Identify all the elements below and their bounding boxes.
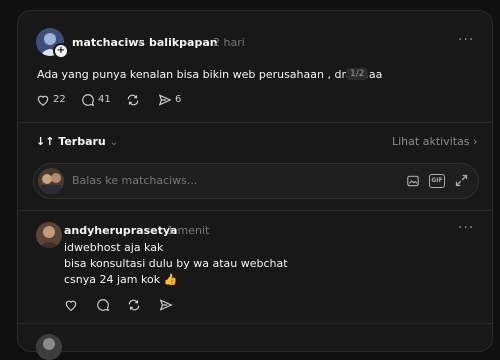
divider <box>18 122 492 123</box>
more-options-icon[interactable]: ··· <box>458 32 474 48</box>
reply-comment-icon[interactable] <box>96 298 110 312</box>
community-name[interactable]: balikpapan <box>149 36 218 49</box>
reply-line: bisa konsultasi dulu by wa atau webchat <box>64 257 288 270</box>
divider <box>18 323 492 324</box>
author-username[interactable]: matchaciws <box>72 36 145 49</box>
reply-like-icon[interactable] <box>64 298 78 312</box>
reply-more-options-icon[interactable]: ··· <box>458 220 474 236</box>
reply-line: csnya 24 jam kok 👍 <box>64 273 178 286</box>
post-time: 2 hari <box>213 36 245 49</box>
reply-time: 1 menit <box>167 224 210 237</box>
reply-share-icon[interactable] <box>159 298 173 312</box>
replier-username[interactable]: andyheruprasetya <box>64 224 177 237</box>
chevron-down-icon: ⌄ <box>109 137 118 148</box>
breadcrumb-separator: › <box>137 35 142 49</box>
follow-plus-icon[interactable]: + <box>53 43 69 59</box>
expand-icon[interactable] <box>454 173 469 188</box>
gif-icon[interactable]: GIF <box>429 174 445 188</box>
chevron-right-icon: › <box>473 135 478 148</box>
replier-avatar[interactable] <box>36 222 62 248</box>
share-icon[interactable] <box>158 93 172 107</box>
comment-count: 41 <box>98 94 111 105</box>
sort-dropdown[interactable]: ↓↑ Terbaru ⌄ <box>36 135 118 148</box>
divider <box>18 210 492 211</box>
post-text: Ada yang punya kenalan bisa bikin web pe… <box>37 68 383 81</box>
share-count: 6 <box>175 94 182 105</box>
reply-input[interactable]: Balas ke matchaciws... <box>72 174 197 187</box>
image-icon[interactable] <box>406 174 420 188</box>
sort-label: Terbaru <box>58 135 106 148</box>
repost-icon[interactable] <box>126 93 140 107</box>
view-activity-label: Lihat aktivitas <box>392 135 470 148</box>
reply-line: idwebhost aja kak <box>64 241 164 254</box>
view-activity-link[interactable]: Lihat aktivitas › <box>392 135 477 148</box>
next-reply-avatar[interactable] <box>36 334 62 360</box>
page-badge[interactable]: 1/2 <box>346 68 369 80</box>
sort-icon: ↓↑ <box>36 135 55 148</box>
user-avatar <box>38 168 64 194</box>
reply-repost-icon[interactable] <box>127 298 141 312</box>
thread-panel: + matchaciws › balikpapan 2 hari ··· Ada… <box>17 10 493 360</box>
like-count: 22 <box>53 94 66 105</box>
like-icon[interactable] <box>36 93 50 107</box>
reply-box[interactable]: Balas ke matchaciws... GIF <box>33 163 479 199</box>
comment-icon[interactable] <box>81 93 95 107</box>
